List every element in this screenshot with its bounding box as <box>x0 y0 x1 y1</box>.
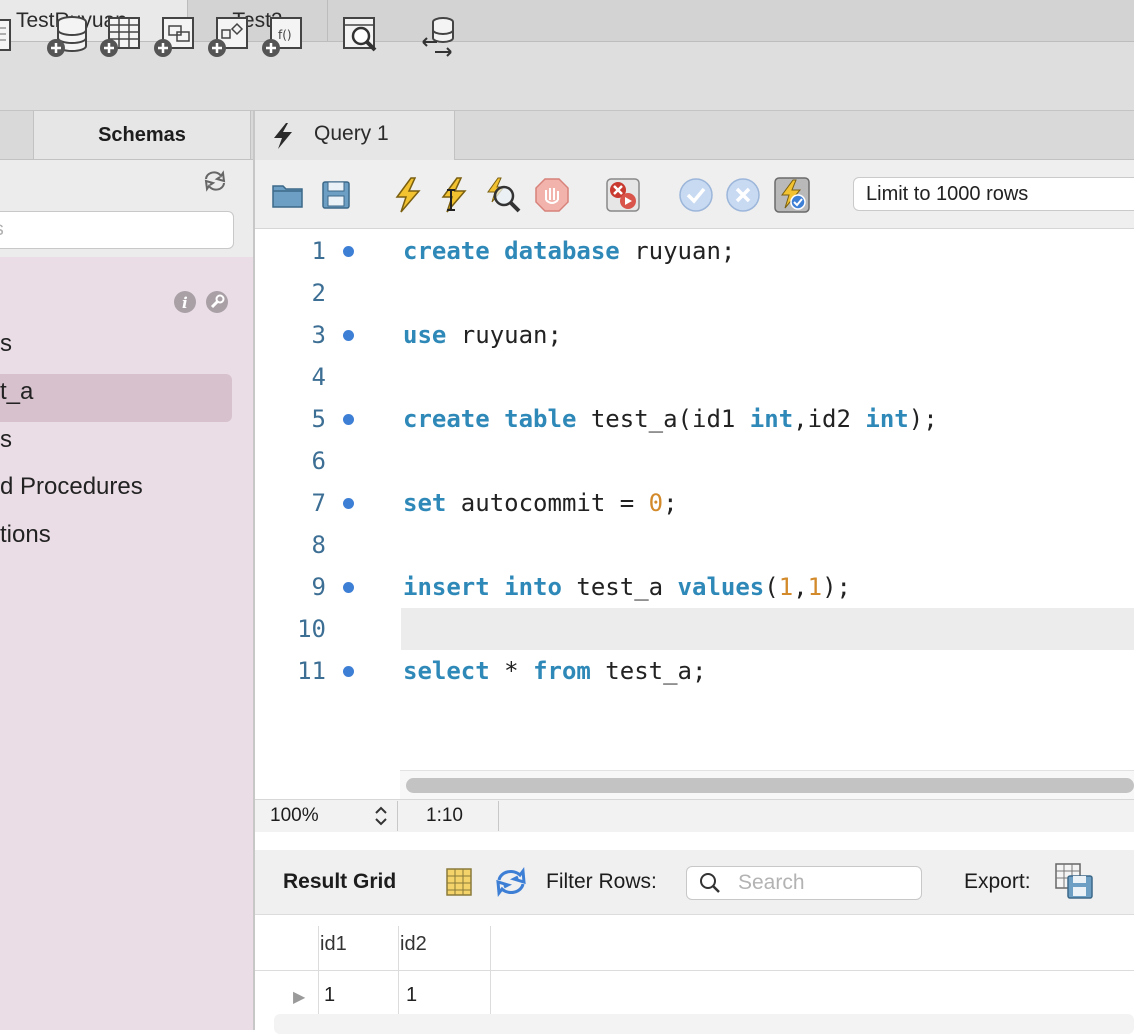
code-line[interactable]: 10 <box>255 608 1134 650</box>
export-icon[interactable] <box>1054 862 1094 900</box>
execute-icon[interactable] <box>389 176 427 214</box>
schema-tree <box>0 257 253 1030</box>
line-number: 11 <box>297 657 326 685</box>
column-header-id1[interactable]: id1 <box>320 927 347 961</box>
code-text: insert into test_a values(1,1); <box>403 573 851 601</box>
execute-current-icon[interactable] <box>435 176 473 214</box>
status-divider <box>397 801 398 831</box>
info-icon[interactable]: i <box>173 290 197 314</box>
line-number: 10 <box>297 615 326 643</box>
tree-item-functions[interactable]: tions <box>0 511 51 559</box>
code-text: create database ruyuan; <box>403 237 736 265</box>
tab-schemas[interactable]: Schemas <box>33 111 251 159</box>
grid-columns-icon[interactable] <box>444 866 474 898</box>
zoom-stepper-icon[interactable] <box>372 804 390 828</box>
table-cell[interactable]: 1 <box>324 980 335 1010</box>
code-line[interactable]: 6 <box>255 440 1134 482</box>
new-view-icon[interactable] <box>153 12 199 58</box>
line-number: 4 <box>311 363 326 391</box>
table-row-new[interactable] <box>274 1014 1134 1034</box>
current-row-pointer-icon: ▶ <box>293 989 306 1006</box>
query-tab-label: Query 1 <box>314 122 389 145</box>
new-procedure-icon[interactable] <box>207 12 253 58</box>
line-number: 3 <box>311 321 326 349</box>
tree-item-test-a[interactable]: t_a <box>0 368 33 416</box>
statement-marker-icon <box>343 246 354 257</box>
wrench-icon[interactable] <box>205 290 229 314</box>
result-grid-label[interactable]: Result Grid <box>283 866 396 898</box>
status-divider <box>498 801 499 831</box>
autocommit-icon[interactable] <box>773 176 811 214</box>
toggle-error-stop-icon[interactable] <box>604 176 642 214</box>
code-line[interactable]: 4 <box>255 356 1134 398</box>
code-line[interactable]: 1 create database ruyuan; <box>255 230 1134 272</box>
code-text: use ruyuan; <box>403 321 562 349</box>
code-line[interactable]: 11 select * from test_a; <box>255 650 1134 692</box>
lightning-icon <box>270 121 296 151</box>
svg-text:i: i <box>182 294 188 312</box>
reconnect-icon[interactable] <box>417 12 463 58</box>
table-cell[interactable]: 1 <box>406 980 417 1010</box>
stop-icon[interactable] <box>533 176 571 214</box>
filter-search-placeholder: Search <box>738 871 805 894</box>
editor-scroll-thumb[interactable] <box>406 778 1134 793</box>
code-line[interactable]: 5 create table test_a(id1 int,id2 int); <box>255 398 1134 440</box>
export-label: Export: <box>964 870 1031 893</box>
tree-item-stored-procedures[interactable]: d Procedures <box>0 463 143 511</box>
code-line[interactable]: 7 set autocommit = 0; <box>255 482 1134 524</box>
code-line[interactable]: 8 <box>255 524 1134 566</box>
line-number: 5 <box>311 405 326 433</box>
new-schema-icon[interactable] <box>46 12 92 58</box>
line-number: 2 <box>311 279 326 307</box>
svg-text:f(): f() <box>278 28 292 42</box>
statement-marker-icon <box>343 666 354 677</box>
statement-marker-icon <box>343 330 354 341</box>
statement-marker-icon <box>343 414 354 425</box>
code-line[interactable]: 2 <box>255 272 1134 314</box>
line-number: 1 <box>311 237 326 265</box>
open-file-icon[interactable] <box>269 176 307 214</box>
code-text: select * from test_a; <box>403 657 707 685</box>
filter-rows-label: Filter Rows: <box>546 870 657 893</box>
column-header-id2[interactable]: id2 <box>400 927 427 961</box>
refresh-icon[interactable] <box>202 170 228 192</box>
statement-marker-icon <box>343 582 354 593</box>
grid-header-border <box>255 970 1134 971</box>
new-function-icon[interactable]: f() <box>261 12 307 58</box>
new-table-icon[interactable] <box>99 12 145 58</box>
explain-icon[interactable] <box>484 176 522 214</box>
tree-item-tables[interactable]: s <box>0 320 12 368</box>
refresh-results-icon[interactable] <box>494 866 528 898</box>
line-number: 6 <box>311 447 326 475</box>
code-text: create table test_a(id1 int,id2 int); <box>403 405 938 433</box>
line-number: 7 <box>311 489 326 517</box>
statement-marker-icon <box>343 498 354 509</box>
line-number: 9 <box>311 573 326 601</box>
sql-file-icon[interactable] <box>0 12 24 58</box>
zoom-level: 100% <box>270 805 319 826</box>
tree-selection-highlight <box>0 374 232 422</box>
limit-rows-select[interactable]: Limit to 1000 rows <box>853 177 1134 211</box>
schema-filter-input[interactable]: ts <box>0 211 234 249</box>
cursor-position: 1:10 <box>426 805 463 826</box>
search-table-data-icon[interactable] <box>339 12 385 58</box>
rollback-icon[interactable] <box>724 176 762 214</box>
code-line[interactable]: 3 use ruyuan; <box>255 314 1134 356</box>
line-number: 8 <box>311 531 326 559</box>
tree-item-views[interactable]: s <box>0 416 12 464</box>
commit-icon[interactable] <box>677 176 715 214</box>
code-text: set autocommit = 0; <box>403 489 678 517</box>
search-icon <box>698 871 722 895</box>
save-icon[interactable] <box>317 176 355 214</box>
code-line[interactable]: 9 insert into test_a values(1,1); <box>255 566 1134 608</box>
